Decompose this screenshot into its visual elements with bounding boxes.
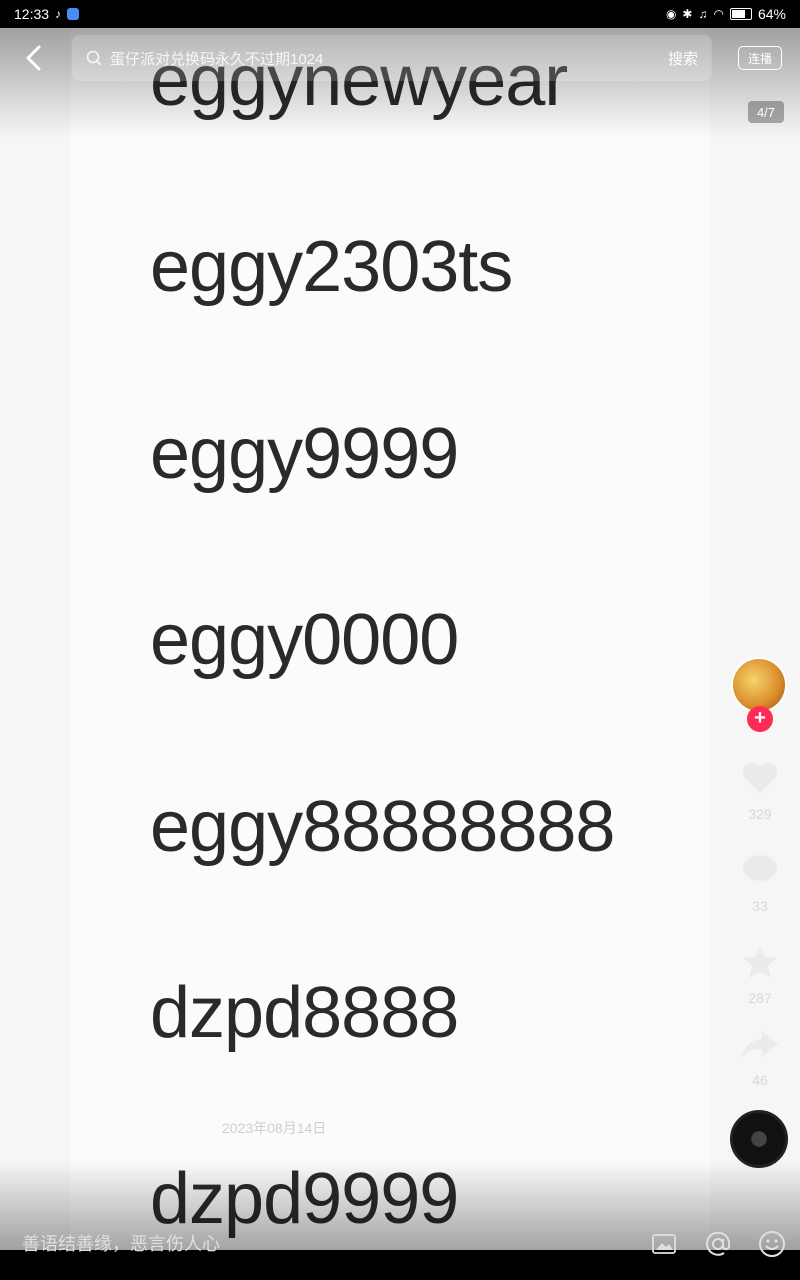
tiktok-icon: ♪: [55, 7, 62, 21]
search-icon: [86, 50, 102, 66]
comment-count: 33: [752, 898, 768, 914]
code-text: eggy2303ts: [150, 227, 513, 307]
author-avatar[interactable]: [731, 657, 787, 713]
share-icon: [742, 1031, 778, 1058]
status-bar: 12:33 ♪ ◉ ✱ ♫ ◠ 64%: [0, 0, 800, 28]
emoji-button[interactable]: [754, 1226, 790, 1262]
back-button[interactable]: [16, 40, 52, 76]
image-button[interactable]: [646, 1226, 682, 1262]
status-time: 12:33: [14, 6, 50, 22]
code-text: dzpd9999: [150, 1159, 459, 1239]
favorite-button[interactable]: [738, 944, 782, 980]
mute-icon: ♫: [698, 7, 708, 21]
comment-icon: [743, 855, 777, 881]
code-text: eggy0000: [150, 600, 459, 680]
code-text: eggy88888888: [150, 787, 615, 867]
back-arrow-icon: [26, 45, 41, 71]
code-text: dzpd8888: [150, 973, 459, 1053]
battery-percent: 64%: [757, 6, 786, 22]
search-input[interactable]: 蛋仔派对兑换码永久不过期1024: [110, 48, 668, 69]
follow-button[interactable]: +: [747, 706, 773, 732]
search-button[interactable]: 搜索: [668, 48, 698, 69]
share-button[interactable]: [738, 1026, 782, 1062]
comment-input[interactable]: 善语结善缘，恶言伤人心: [22, 1230, 220, 1256]
code-text: eggy9999: [150, 414, 459, 494]
continuous-play-button[interactable]: 连播: [738, 46, 782, 70]
eye-icon: ◉: [665, 7, 677, 21]
post-date: 2023年08月14日: [222, 1120, 327, 1136]
mention-button[interactable]: [700, 1226, 736, 1262]
favorite-count: 287: [748, 990, 772, 1006]
music-disc[interactable]: [730, 1110, 788, 1168]
page-indicator: 4/7: [748, 101, 784, 123]
star-icon: [743, 946, 777, 978]
heart-icon: [742, 762, 778, 793]
battery-icon: [729, 8, 752, 20]
image-icon: [652, 1234, 676, 1254]
app-notification-icon: [67, 8, 80, 20]
like-button[interactable]: [738, 760, 782, 796]
emoji-icon: [759, 1231, 785, 1257]
share-count: 46: [752, 1072, 768, 1088]
at-icon: [706, 1231, 731, 1256]
comment-button[interactable]: [738, 852, 782, 888]
wifi-icon: ◠: [713, 7, 724, 21]
search-bar[interactable]: 蛋仔派对兑换码永久不过期1024 搜索: [72, 35, 712, 81]
post-image[interactable]: eggynewyear eggy2303ts eggy9999 eggy0000…: [0, 28, 800, 1250]
bluetooth-icon: ✱: [682, 7, 693, 21]
like-count: 329: [748, 806, 772, 822]
